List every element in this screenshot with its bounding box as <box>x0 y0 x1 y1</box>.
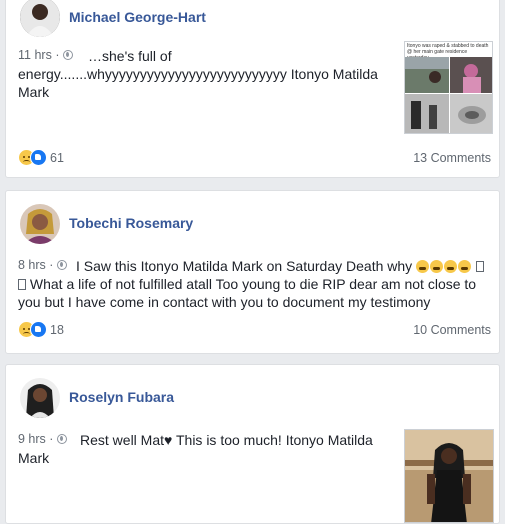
author-name[interactable]: Michael George-Hart <box>69 9 206 25</box>
reactions-summary[interactable]: 61 <box>18 149 64 167</box>
crying-emoji-icon <box>416 260 430 273</box>
avatar-photo <box>20 378 60 418</box>
avatar-photo <box>20 0 60 37</box>
reactions-summary[interactable]: 18 <box>18 321 64 339</box>
post-image[interactable] <box>404 429 494 523</box>
post-photo <box>405 430 493 522</box>
avatar[interactable] <box>20 0 60 37</box>
collage-photos <box>405 57 492 133</box>
unrendered-glyph-icon <box>475 261 484 272</box>
reaction-count: 61 <box>50 150 64 165</box>
like-reaction-icon <box>30 149 47 166</box>
like-reaction-icon <box>30 321 47 338</box>
comments-link[interactable]: 10 Comments <box>413 323 491 337</box>
post-card: Tobechi Rosemary 8 hrs · I Saw this Iton… <box>5 190 500 354</box>
reaction-count: 18 <box>50 322 64 337</box>
unrendered-glyph-icon <box>18 279 26 290</box>
avatar[interactable] <box>20 378 60 418</box>
heart-icon: ♥ <box>164 432 173 448</box>
crying-emoji-icon <box>458 260 472 273</box>
author-name[interactable]: Tobechi Rosemary <box>69 215 193 231</box>
crying-emoji-icon <box>444 260 458 273</box>
post-text: Rest well Mat♥ This is too much! Itonyo … <box>18 432 373 466</box>
post-text: I Saw this Itonyo Matilda Mark on Saturd… <box>18 257 494 311</box>
comments-link[interactable]: 13 Comments <box>413 151 491 165</box>
crying-emoji-icon <box>430 260 444 273</box>
post-image-collage[interactable]: Itonyo was raped & stabbed to death @ he… <box>404 41 493 134</box>
post-card: Roselyn Fubara 9 hrs · Rest well Mat♥ Th… <box>5 364 500 524</box>
post-card: Michael George-Hart 11 hrs · …she's full… <box>5 0 500 178</box>
avatar-photo <box>20 204 60 244</box>
avatar[interactable] <box>20 204 60 244</box>
post-text: …she's full of energy.......whyyyyyyyyyy… <box>18 48 378 100</box>
author-name[interactable]: Roselyn Fubara <box>69 389 174 405</box>
image-caption: Itonyo was raped & stabbed to death @ he… <box>407 43 489 57</box>
